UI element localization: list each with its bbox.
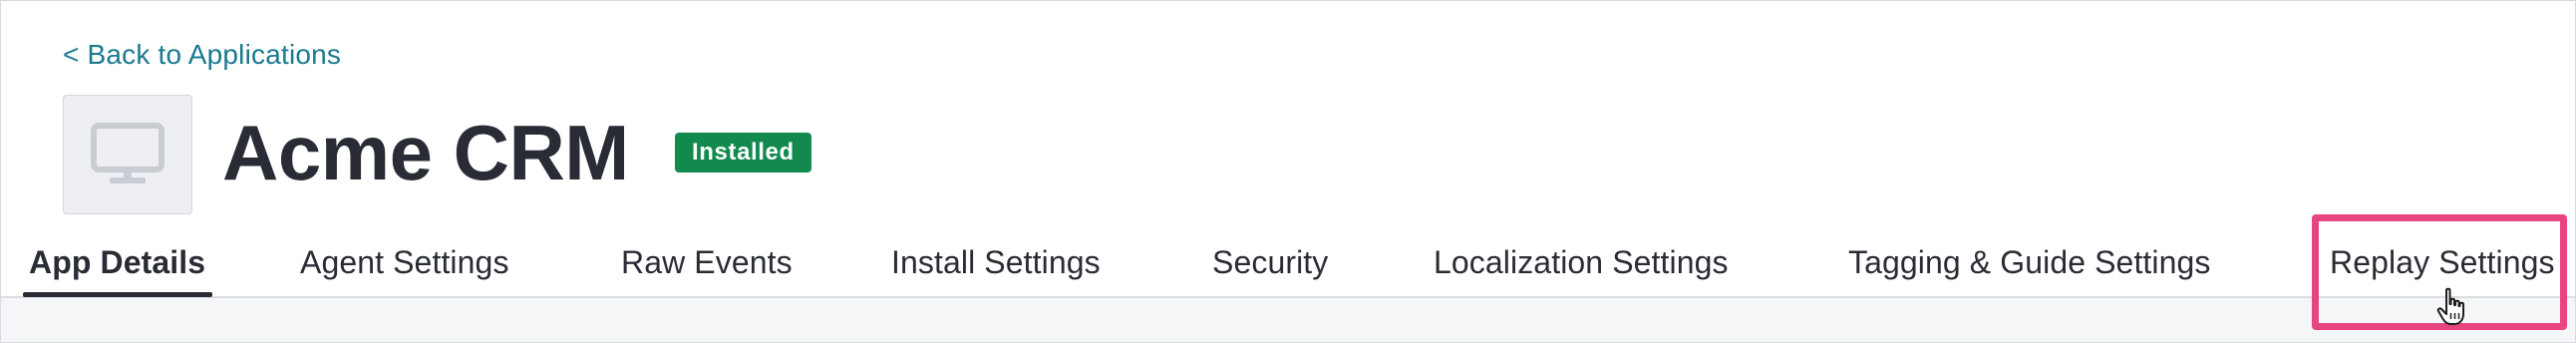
monitor-icon xyxy=(91,123,164,183)
tab-localization-settings[interactable]: Localization Settings xyxy=(1434,244,1729,281)
back-to-applications-link[interactable]: < Back to Applications xyxy=(63,39,341,71)
tab-app-details[interactable]: App Details xyxy=(29,244,205,281)
page-title: Acme CRM xyxy=(222,109,629,196)
status-badge: Installed xyxy=(675,133,811,172)
hand-pointer-icon xyxy=(2436,287,2464,325)
tab-security[interactable]: Security xyxy=(1212,244,1328,281)
tab-install-settings[interactable]: Install Settings xyxy=(891,244,1101,281)
active-tab-indicator xyxy=(23,292,212,297)
tab-agent-settings[interactable]: Agent Settings xyxy=(300,244,509,281)
app-details-page: < Back to Applications Acme CRM Installe… xyxy=(0,0,2576,343)
content-area xyxy=(1,298,2575,342)
app-icon xyxy=(63,95,192,214)
tab-tagging-guide-settings[interactable]: Tagging & Guide Settings xyxy=(1848,244,2211,281)
tab-bar: App Details Agent Settings Raw Events In… xyxy=(1,230,2575,298)
tab-raw-events[interactable]: Raw Events xyxy=(621,244,793,281)
